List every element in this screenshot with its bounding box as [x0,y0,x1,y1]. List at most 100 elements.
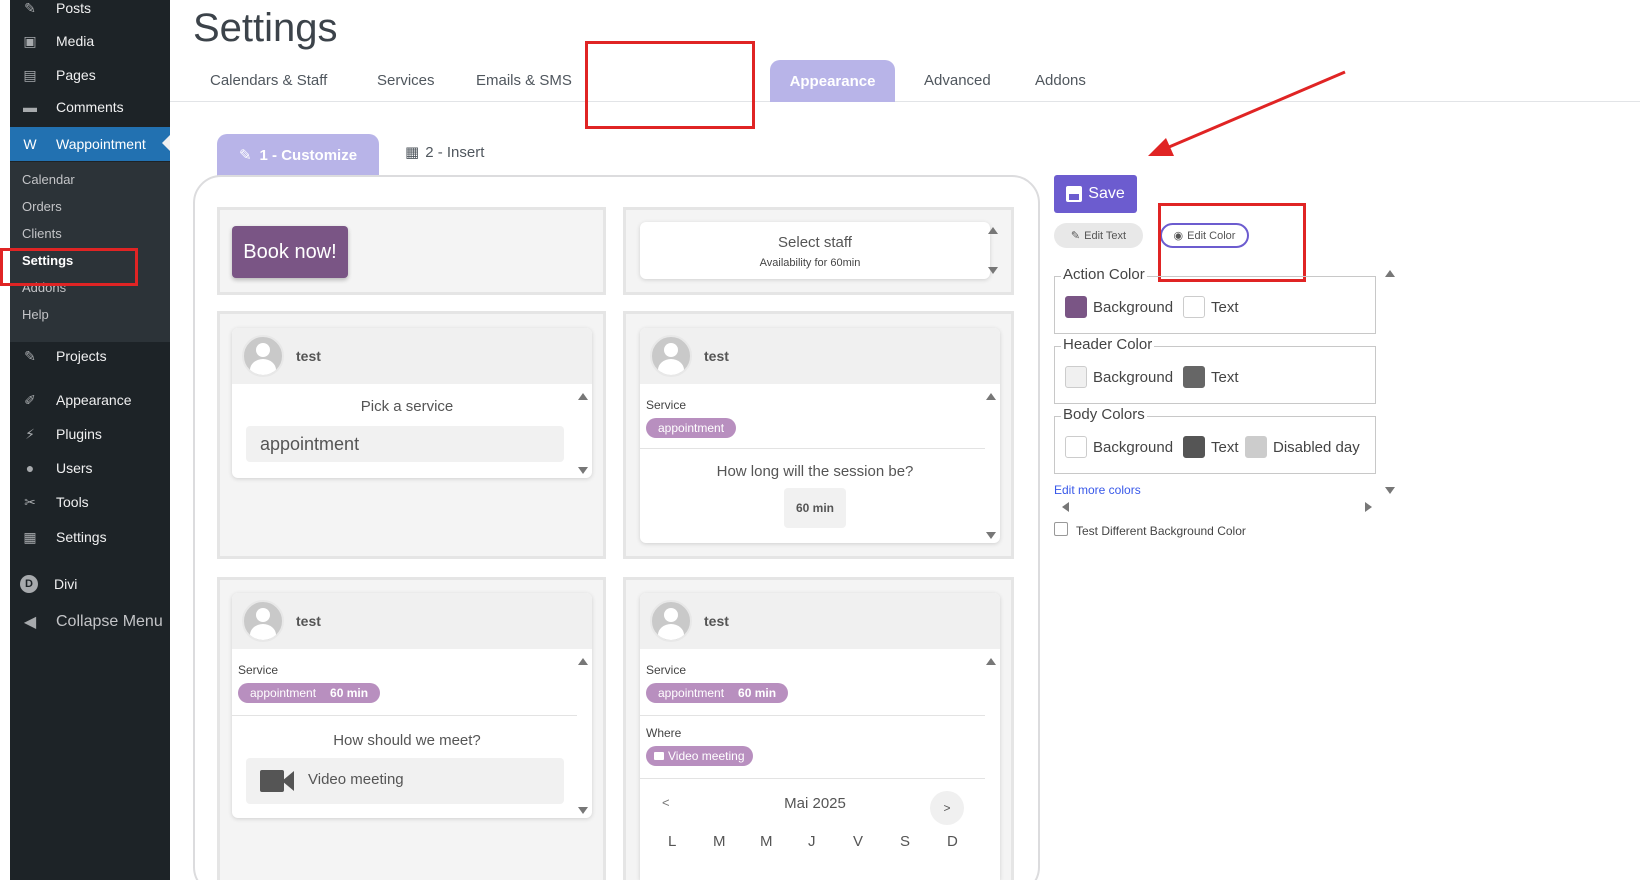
body-text-swatch[interactable] [1183,436,1205,458]
sidebar-item-media[interactable]: ▣ Media [10,26,170,56]
settings-icon: ▦ [23,528,37,545]
highlight-box-appearance [585,41,755,129]
submenu-calendar[interactable]: Calendar [22,172,75,187]
weekday-label: S [900,833,911,850]
scroll-right-icon[interactable] [1365,502,1372,512]
tab-appearance[interactable]: Appearance [770,60,895,102]
header-background-label: Background [1093,369,1174,386]
collapse-icon: ◀ [23,614,37,631]
header-text-swatch[interactable] [1183,366,1205,388]
video-meeting-label: Video meeting [308,771,404,788]
action-background-swatch[interactable] [1065,296,1087,318]
subtab-insert[interactable]: ▦ 2 - Insert [405,143,485,162]
weekday-label: M [713,833,726,850]
edit-more-colors-link[interactable]: Edit more colors [1054,483,1141,497]
scroll-down-icon[interactable] [988,267,998,274]
sidebar-item-users[interactable]: ● Users [10,453,170,483]
edit-text-button[interactable]: ✎ Edit Text [1054,223,1143,248]
action-text-swatch[interactable] [1183,296,1205,318]
select-staff-card[interactable]: Select staff Availability for 60min [640,222,998,279]
video-camera-icon [654,752,664,760]
staff-name: test [296,613,321,629]
book-now-button[interactable]: Book now! [232,226,348,278]
where-pill: Video meeting [646,746,753,766]
weekday-label: M [760,833,773,850]
tab-addons[interactable]: Addons [1035,72,1086,89]
header-background-swatch[interactable] [1065,366,1087,388]
app-root: ✎ Posts ▣ Media ▤ Pages ▬ Comments W Wappoint… [0,0,1640,880]
duration-option[interactable]: 60 min [784,488,846,528]
sidebar-item-settings[interactable]: ▦ Settings [10,522,170,552]
sidebar-item-projects[interactable]: ✎ Projects [10,341,170,371]
scroll-up-icon[interactable] [578,393,588,400]
service-label: Service [646,398,687,412]
sidebar-item-label: Divi [54,576,78,592]
test-background-checkbox[interactable] [1054,522,1068,536]
save-button[interactable]: Save [1054,175,1137,213]
service-pill: appointment 60 min [238,683,381,703]
sidebar-item-label: Media [56,33,95,49]
tab-services[interactable]: Services [377,72,435,89]
sidebar-item-plugins[interactable]: ⚡ Plugins [10,419,170,449]
sidebar-item-label: Projects [56,348,107,364]
video-camera-icon [260,770,284,792]
disabled-day-swatch[interactable] [1245,436,1267,458]
sidebar-item-label: Posts [56,0,92,16]
pin-icon: ✎ [24,0,36,16]
avatar [650,335,692,377]
submenu-orders[interactable]: Orders [22,199,62,214]
subtab-insert-label: 2 - Insert [425,143,485,161]
scroll-up-icon[interactable] [578,658,588,665]
submenu-help[interactable]: Help [22,307,49,322]
divider [640,778,985,779]
duration-pill-label: 60 min [330,686,369,700]
scroll-down-icon[interactable] [578,807,588,814]
calendar-card: test Service appointment 60 min Where Vid… [640,593,1000,880]
scroll-down-icon[interactable] [986,532,996,539]
wappointment-icon: W [23,136,37,152]
sidebar-collapse-menu[interactable]: ◀ Collapse Menu [10,607,170,637]
tab-emails-sms[interactable]: Emails & SMS [476,72,572,89]
sidebar-item-pages[interactable]: ▤ Pages [10,60,170,90]
scroll-up-icon[interactable] [988,227,998,234]
wrench-icon: ✂ [24,493,36,510]
sidebar-item-label: Users [56,460,93,476]
sidebar-item-posts[interactable]: ✎ Posts [10,0,170,23]
weekday-label: D [947,833,958,850]
video-meeting-option[interactable]: Video meeting [246,758,564,804]
staff-name: test [704,613,729,629]
action-background-label: Background [1093,299,1174,316]
page-title: Settings [193,6,338,50]
staff-header: test [640,328,1000,384]
editor-scroll-up-icon[interactable] [1385,270,1395,277]
header-color-legend: Header Color [1061,336,1155,353]
sidebar-item-wappointment[interactable]: W Wappointment [10,127,170,161]
highlight-box-settings [0,248,138,286]
scroll-left-icon[interactable] [1062,502,1069,512]
pages-icon: ▤ [23,66,37,83]
submenu-clients[interactable]: Clients [22,226,62,241]
sidebar-item-label: Collapse Menu [56,613,163,630]
media-icon: ▣ [23,32,37,49]
scroll-up-icon[interactable] [986,658,996,665]
scroll-up-icon[interactable] [986,393,996,400]
service-option[interactable]: appointment [246,426,564,462]
sidebar-item-divi[interactable]: D Divi [10,569,170,599]
sidebar-item-appearance[interactable]: ✐ Appearance [10,385,170,415]
subtab-customize[interactable]: ✎ 1 - Customize [217,134,379,176]
sidebar-item-comments[interactable]: ▬ Comments [10,92,170,122]
action-color-legend: Action Color [1061,266,1147,283]
scroll-down-icon[interactable] [578,467,588,474]
insert-icon: ▦ [405,144,420,161]
tab-advanced[interactable]: Advanced [924,72,991,89]
action-text-label: Text [1211,299,1239,316]
staff-name: test [704,348,729,364]
editor-scroll-down-icon[interactable] [1385,487,1395,494]
body-background-swatch[interactable] [1065,436,1087,458]
next-month-button[interactable]: > [930,791,964,825]
pick-service-title: Pick a service [360,398,454,415]
tab-calendars-staff[interactable]: Calendars & Staff [210,72,327,89]
sidebar-item-tools[interactable]: ✂ Tools [10,487,170,517]
duration-pill-label: 60 min [738,686,777,700]
body-text-label: Text [1211,439,1239,456]
